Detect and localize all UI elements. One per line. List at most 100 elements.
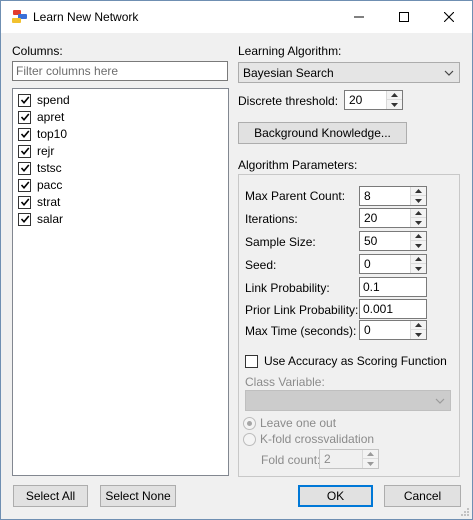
list-item[interactable]: tstsc — [18, 160, 62, 176]
minimize-button[interactable] — [336, 1, 381, 33]
columns-label: Columns: — [12, 44, 63, 58]
column-label: salar — [37, 212, 64, 226]
max-time-stepper[interactable]: 0 — [359, 320, 427, 340]
seed-value: 0 — [364, 257, 371, 271]
column-checkbox[interactable] — [18, 144, 31, 158]
column-label: top10 — [37, 127, 68, 141]
max-parent-count-stepper[interactable]: 8 — [359, 186, 427, 206]
background-knowledge-button[interactable]: Background Knowledge... — [238, 122, 407, 144]
iterations-stepper[interactable]: 20 — [359, 208, 427, 228]
filter-columns-input[interactable]: Filter columns here — [12, 61, 228, 81]
list-item[interactable]: apret — [18, 109, 64, 125]
caret-down-icon — [391, 102, 398, 107]
caret-down-icon — [367, 461, 374, 466]
learning-algorithm-value: Bayesian Search — [243, 65, 334, 80]
check-icon — [20, 215, 29, 224]
close-button[interactable] — [426, 1, 471, 33]
prior-link-probability-value: 0.001 — [363, 302, 394, 316]
spin-up-button[interactable] — [411, 232, 426, 241]
check-icon — [20, 181, 29, 190]
kfold-option[interactable]: K-fold crossvalidation — [243, 432, 374, 446]
spin-buttons — [386, 91, 402, 109]
chevron-down-icon — [435, 398, 445, 404]
use-accuracy-option[interactable]: Use Accuracy as Scoring Function — [245, 354, 447, 368]
caret-down-icon — [415, 332, 422, 337]
spin-down-button[interactable] — [411, 218, 426, 227]
chevron-down-icon — [444, 70, 454, 76]
spin-buttons — [410, 321, 426, 339]
columns-list[interactable]: spend apret top10 rejr tstsc pacc strat — [12, 88, 229, 476]
class-variable-select[interactable] — [245, 390, 451, 411]
list-item[interactable]: strat — [18, 194, 60, 210]
learning-algorithm-select[interactable]: Bayesian Search — [238, 62, 460, 83]
column-label: tstsc — [37, 161, 62, 175]
spin-down-button[interactable] — [387, 100, 402, 109]
learn-network-dialog: Learn New Network Columns: Filter column… — [0, 0, 473, 520]
max-time-value: 0 — [364, 323, 371, 337]
column-label: pacc — [37, 178, 63, 192]
spin-up-button[interactable] — [363, 450, 378, 459]
spin-up-button[interactable] — [411, 255, 426, 264]
window-title: Learn New Network — [33, 10, 139, 24]
list-item[interactable]: spend — [18, 92, 70, 108]
spin-buttons — [410, 232, 426, 250]
learning-algorithm-label: Learning Algorithm: — [238, 44, 342, 58]
caret-up-icon — [415, 323, 422, 327]
use-accuracy-checkbox[interactable] — [245, 354, 258, 368]
seed-label: Seed: — [245, 258, 277, 272]
spin-up-button[interactable] — [411, 321, 426, 330]
spin-buttons — [410, 255, 426, 273]
maximize-button[interactable] — [381, 1, 426, 33]
fold-count-stepper[interactable]: 2 — [319, 449, 379, 469]
spin-down-button[interactable] — [411, 196, 426, 205]
resize-grip-icon[interactable] — [460, 507, 470, 517]
column-checkbox[interactable] — [18, 212, 31, 226]
spin-down-button[interactable] — [411, 241, 426, 250]
link-probability-label: Link Probability: — [245, 281, 330, 295]
maximize-icon — [398, 12, 409, 22]
algorithm-parameters-label: Algorithm Parameters: — [238, 158, 358, 172]
max-parent-count-label: Max Parent Count: — [245, 189, 346, 203]
column-checkbox[interactable] — [18, 195, 31, 209]
sample-size-stepper[interactable]: 50 — [359, 231, 427, 251]
select-none-button[interactable]: Select None — [100, 485, 176, 507]
max-time-label: Max Time (seconds): — [245, 324, 357, 338]
column-checkbox[interactable] — [18, 93, 31, 107]
kfold-radio[interactable] — [243, 432, 256, 446]
spin-buttons — [362, 450, 378, 468]
select-all-button[interactable]: Select All — [13, 485, 88, 507]
select-all-label: Select All — [25, 489, 76, 503]
check-icon — [20, 130, 29, 139]
list-item[interactable]: rejr — [18, 143, 54, 159]
ok-button[interactable]: OK — [298, 485, 373, 507]
column-label: apret — [37, 110, 65, 124]
spin-down-button[interactable] — [411, 264, 426, 273]
app-icon — [12, 10, 27, 23]
list-item[interactable]: top10 — [18, 126, 67, 142]
discrete-threshold-stepper[interactable]: 20 — [344, 90, 403, 110]
discrete-threshold-value: 20 — [349, 93, 363, 107]
spin-up-button[interactable] — [411, 209, 426, 218]
iterations-value: 20 — [364, 211, 378, 225]
leave-one-out-radio[interactable] — [243, 416, 256, 430]
spin-up-button[interactable] — [387, 91, 402, 100]
column-checkbox[interactable] — [18, 127, 31, 141]
title-bar[interactable]: Learn New Network — [1, 1, 472, 33]
list-item[interactable]: pacc — [18, 177, 62, 193]
list-item[interactable]: salar — [18, 211, 63, 227]
caret-down-icon — [415, 243, 422, 248]
prior-link-probability-input[interactable]: 0.001 — [359, 299, 427, 319]
spin-up-button[interactable] — [411, 187, 426, 196]
spin-down-button[interactable] — [363, 459, 378, 468]
cancel-button[interactable]: Cancel — [384, 485, 461, 507]
link-probability-input[interactable]: 0.1 — [359, 277, 427, 297]
prior-link-probability-label: Prior Link Probability: — [245, 303, 359, 317]
spin-down-button[interactable] — [411, 330, 426, 339]
fold-count-label: Fold count: — [261, 453, 321, 467]
caret-up-icon — [415, 257, 422, 261]
seed-stepper[interactable]: 0 — [359, 254, 427, 274]
leave-one-out-option[interactable]: Leave one out — [243, 416, 336, 430]
column-checkbox[interactable] — [18, 110, 31, 124]
column-checkbox[interactable] — [18, 161, 31, 175]
column-checkbox[interactable] — [18, 178, 31, 192]
